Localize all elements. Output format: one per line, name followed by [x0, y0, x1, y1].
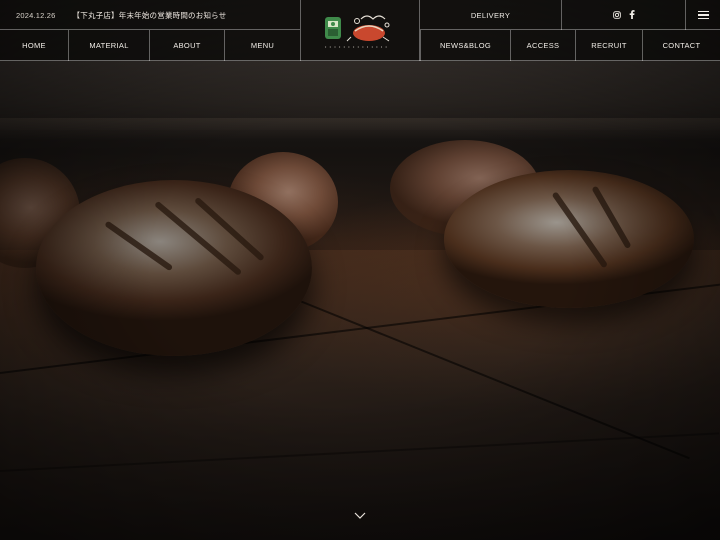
- logo-icon: • • • • • • • • • • • • • •: [325, 14, 390, 49]
- nav-about[interactable]: ABOUT: [150, 30, 225, 61]
- site-header: 2024.12.26 【下丸子店】年末年始の営業時間のお知らせ HOME MAT…: [0, 0, 720, 61]
- news-date: 2024.12.26: [16, 10, 56, 20]
- nav-recruit[interactable]: RECRUIT: [575, 30, 642, 61]
- news-title[interactable]: 【下丸子店】年末年始の営業時間のお知らせ: [73, 10, 227, 21]
- nav-news-blog[interactable]: NEWS&BLOG: [420, 30, 510, 61]
- nav-material[interactable]: MATERIAL: [69, 30, 150, 61]
- nav-home[interactable]: HOME: [0, 30, 69, 61]
- nav-menu[interactable]: MENU: [225, 30, 300, 61]
- svg-text:• • • • • • • • • • • • • •: • • • • • • • • • • • • • •: [325, 45, 388, 49]
- nav-left: HOME MATERIAL ABOUT MENU: [0, 30, 300, 61]
- hamburger-icon: [697, 11, 709, 19]
- nav-access[interactable]: ACCESS: [510, 30, 575, 61]
- instagram-icon[interactable]: [612, 6, 621, 24]
- vignette: [0, 0, 720, 540]
- scroll-down-button[interactable]: [353, 510, 367, 520]
- logo[interactable]: • • • • • • • • • • • • • •: [300, 0, 420, 61]
- nav-right: NEWS&BLOG ACCESS RECRUIT CONTACT: [420, 30, 720, 61]
- hero-image: [0, 0, 720, 540]
- chevron-down-icon: [354, 512, 366, 519]
- nav-contact[interactable]: CONTACT: [642, 30, 720, 61]
- delivery-link[interactable]: DELIVERY: [420, 0, 561, 30]
- menu-button[interactable]: [685, 0, 720, 30]
- news-ticker[interactable]: 2024.12.26 【下丸子店】年末年始の営業時間のお知らせ: [0, 0, 300, 30]
- facebook-icon[interactable]: [629, 6, 635, 24]
- social-links: [561, 0, 685, 30]
